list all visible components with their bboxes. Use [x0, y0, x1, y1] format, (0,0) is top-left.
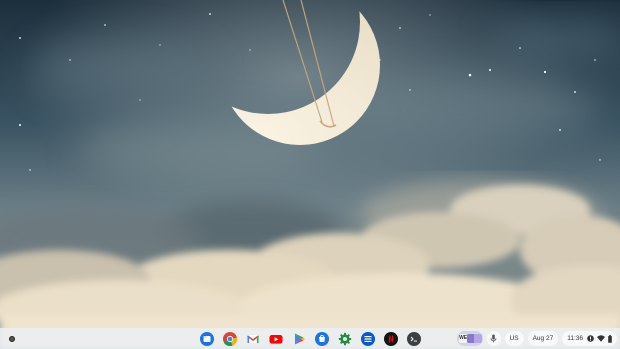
list-app-icon — [361, 331, 375, 346]
settings-gear-icon — [338, 332, 352, 345]
time-label: 11:36 — [567, 335, 583, 342]
system-tray[interactable]: 11:36 — [562, 331, 617, 346]
status-area: WE US Aug 27 11:36 — [456, 330, 617, 347]
files-icon — [200, 331, 214, 346]
desktop: WE US Aug 27 11:36 — [0, 0, 620, 349]
launcher-circle-icon — [8, 335, 15, 342]
chrome-icon — [223, 331, 237, 346]
notification-badge-icon — [587, 335, 594, 342]
holding-space-label: WE — [459, 335, 468, 341]
microphone-icon — [490, 334, 497, 343]
battery-icon — [608, 334, 612, 343]
wallpaper-image — [0, 0, 620, 349]
dictation-button[interactable] — [486, 331, 501, 346]
gmail-icon — [247, 334, 259, 343]
date-label: Aug 27 — [532, 335, 554, 342]
shelf: WE US Aug 27 11:36 — [0, 328, 620, 349]
files-app[interactable] — [199, 331, 215, 347]
app-shelf — [199, 330, 422, 347]
play-store-app[interactable] — [291, 331, 307, 347]
settings-app[interactable] — [337, 331, 353, 347]
tray-icons — [587, 334, 612, 343]
web-store-app[interactable] — [314, 331, 330, 347]
list-app[interactable] — [360, 331, 376, 347]
chrome-app[interactable] — [222, 331, 238, 347]
wifi-icon — [597, 335, 605, 342]
netflix-app[interactable] — [383, 331, 399, 347]
date-tray[interactable]: Aug 27 — [527, 331, 559, 346]
terminal-icon — [407, 331, 421, 346]
holding-space-tray[interactable]: WE — [456, 331, 483, 346]
terminal-app[interactable] — [406, 331, 422, 347]
launcher-button[interactable] — [4, 331, 19, 346]
play-store-icon — [295, 333, 305, 344]
netflix-icon — [384, 331, 398, 346]
youtube-icon — [269, 334, 283, 344]
ime-menu-button[interactable]: US — [504, 331, 524, 346]
youtube-app[interactable] — [268, 331, 284, 347]
web-store-icon — [315, 331, 329, 346]
gmail-app[interactable] — [245, 331, 261, 347]
holding-thumbnail — [473, 334, 482, 343]
ime-label: US — [509, 335, 519, 342]
